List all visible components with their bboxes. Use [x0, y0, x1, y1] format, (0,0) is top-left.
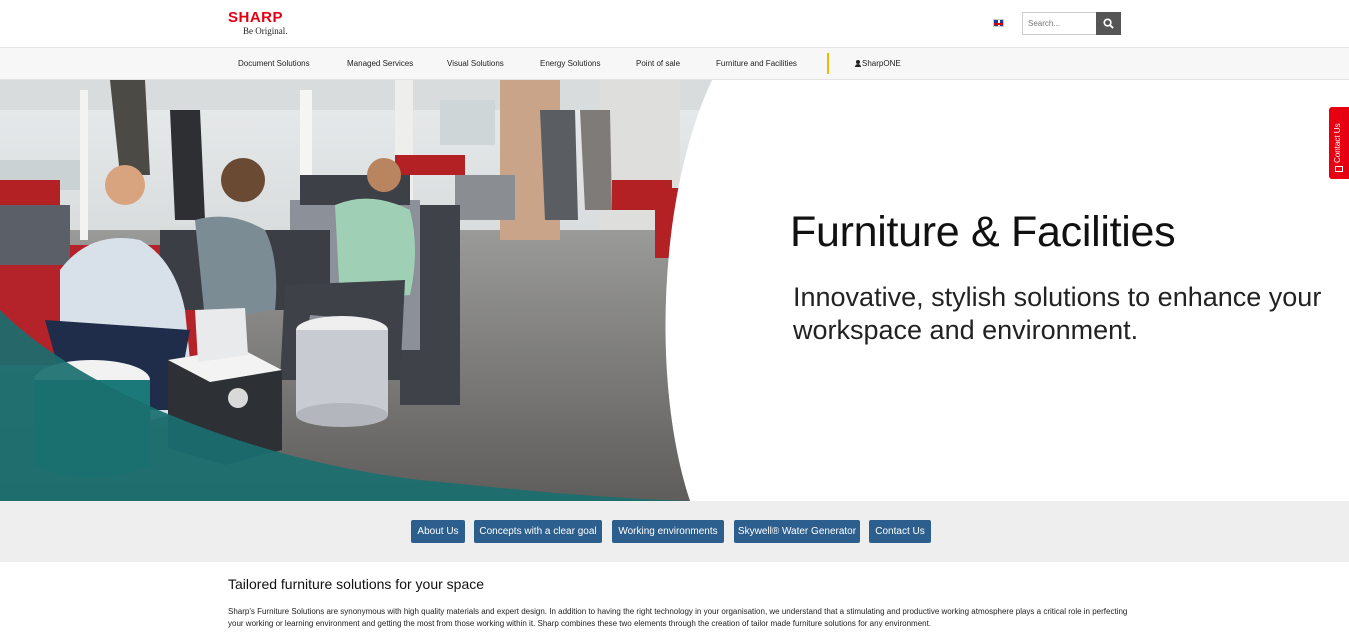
- nav-item-visual-solutions[interactable]: Visual Solutions: [447, 48, 504, 79]
- content-heading: Tailored furniture solutions for your sp…: [228, 576, 485, 592]
- sharp-logo[interactable]: SHARP Be Original.: [228, 10, 288, 37]
- search-button[interactable]: [1096, 12, 1121, 35]
- about-us-button[interactable]: About Us: [411, 520, 465, 543]
- logo-tagline: Be Original.: [243, 26, 288, 36]
- nav-item-managed-services[interactable]: Managed Services: [347, 48, 413, 79]
- user-icon: [855, 60, 861, 67]
- hero-banner: Furniture & Facilities Innovative, styli…: [0, 80, 1349, 501]
- skywell-button[interactable]: Skywell® Water Generator: [734, 520, 860, 543]
- search-form: [1022, 12, 1121, 35]
- nav-item-energy-solutions[interactable]: Energy Solutions: [540, 48, 600, 79]
- main-nav: Document Solutions Managed Services Visu…: [0, 47, 1349, 80]
- nav-item-sharpone[interactable]: SharpONE: [855, 48, 901, 79]
- contact-us-button[interactable]: Contact Us: [869, 520, 931, 543]
- nav-divider: [827, 53, 829, 74]
- search-icon: [1103, 18, 1114, 29]
- concepts-button[interactable]: Concepts with a clear goal: [474, 520, 602, 543]
- search-input[interactable]: [1022, 12, 1096, 35]
- envelope-icon: [1335, 166, 1343, 172]
- nav-item-point-of-sale[interactable]: Point of sale: [636, 48, 680, 79]
- nav-item-sharpone-label: SharpONE: [862, 59, 901, 68]
- working-environments-button[interactable]: Working environments: [612, 520, 724, 543]
- contact-us-side-tab[interactable]: Contact Us: [1329, 107, 1349, 179]
- nav-item-furniture-facilities[interactable]: Furniture and Facilities: [716, 48, 797, 79]
- nav-item-document-solutions[interactable]: Document Solutions: [238, 48, 310, 79]
- section-nav-bar: About Us Concepts with a clear goal Work…: [0, 501, 1349, 562]
- logo-brand: SHARP: [228, 9, 284, 26]
- site-header: SHARP Be Original.: [0, 0, 1349, 47]
- hero-subtitle: Innovative, stylish solutions to enhance…: [793, 282, 1322, 345]
- content-body: Sharp's Furniture Solutions are synonymo…: [228, 607, 1128, 628]
- hero-title: Furniture & Facilities: [790, 208, 1176, 256]
- contact-tab-label: Contact Us: [1333, 123, 1342, 163]
- uk-flag-icon[interactable]: [993, 19, 1004, 27]
